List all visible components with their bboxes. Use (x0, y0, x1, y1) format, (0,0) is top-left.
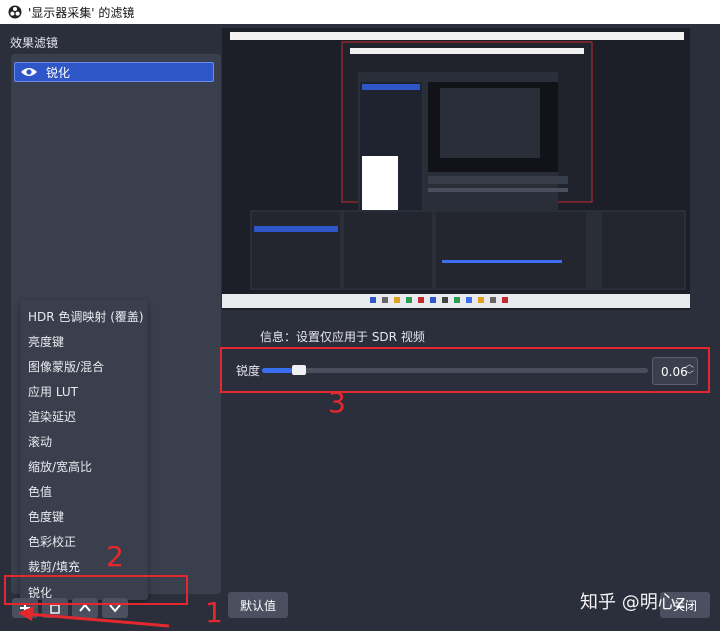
annotation-number-1: 1 (205, 596, 223, 629)
annotation-number-3: 3 (328, 386, 346, 419)
menu-item-crop-pad[interactable]: 裁剪/填充 (28, 558, 80, 575)
menu-item-hdr-tonemap[interactable]: HDR 色调映射 (覆盖) (28, 308, 144, 325)
filter-item-sharpen[interactable]: 锐化 (14, 62, 214, 82)
source-preview (222, 28, 690, 310)
effect-filters-title: 效果滤镜 (10, 36, 59, 50)
annotation-box-slider (220, 347, 710, 393)
sdr-info-text: 信息：设置仅应用于 SDR 视频 (260, 330, 425, 344)
preview-capture-image (222, 28, 690, 310)
eye-icon[interactable] (20, 66, 38, 78)
menu-item-scroll[interactable]: 滚动 (28, 433, 52, 450)
annotation-arrow (18, 606, 170, 628)
window-title: '显示器采集' 的滤镜 (28, 5, 135, 20)
window-titlebar: '显示器采集' 的滤镜 (0, 0, 720, 24)
menu-item-image-mask[interactable]: 图像蒙版/混合 (28, 358, 104, 375)
menu-item-color-key[interactable]: 色值 (28, 483, 52, 500)
menu-item-apply-lut[interactable]: 应用 LUT (28, 383, 78, 400)
filter-item-label: 锐化 (46, 65, 71, 80)
watermark: 知乎 @明心z (580, 592, 686, 613)
defaults-button[interactable]: 默认值 (228, 592, 288, 618)
menu-item-render-delay[interactable]: 渲染延迟 (28, 408, 76, 425)
annotation-number-2: 2 (106, 540, 124, 573)
menu-item-scale-aspect[interactable]: 缩放/宽高比 (28, 458, 92, 475)
obs-app-icon (8, 5, 22, 19)
menu-item-color-correction[interactable]: 色彩校正 (28, 533, 76, 550)
menu-item-chroma-key[interactable]: 色度键 (28, 508, 64, 525)
menu-item-luma-key[interactable]: 亮度键 (28, 333, 64, 350)
